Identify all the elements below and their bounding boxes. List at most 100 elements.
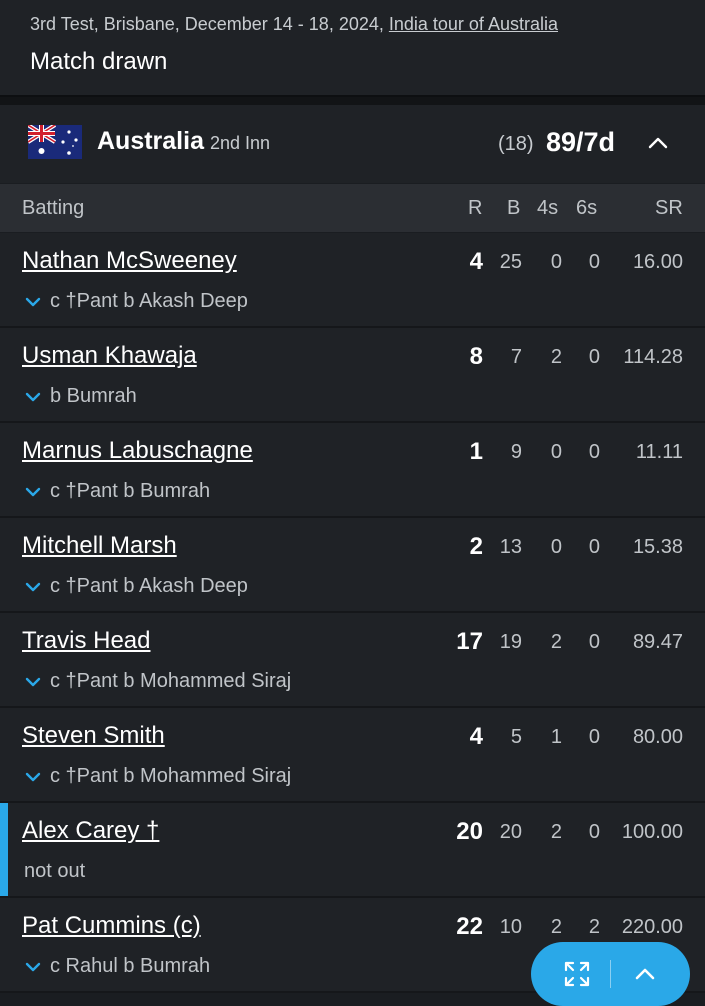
player-name-link[interactable]: Steven Smith bbox=[22, 722, 165, 750]
expand-arrows-icon[interactable] bbox=[563, 960, 591, 988]
col-batting: Batting bbox=[22, 197, 85, 219]
chevron-down-icon[interactable] bbox=[24, 390, 42, 404]
player-name-link[interactable]: Alex Carey † bbox=[22, 817, 159, 845]
chevron-down-icon[interactable] bbox=[24, 960, 42, 974]
dismissal-info[interactable]: c †Pant b Mohammed Siraj bbox=[24, 670, 291, 693]
batting-column-header: Batting R B 4s 6s SR bbox=[0, 184, 705, 232]
fours-value: 0 bbox=[550, 441, 562, 463]
dismissal-info: not out bbox=[24, 860, 85, 883]
strike-rate-value: 89.47 bbox=[632, 631, 683, 653]
strike-rate-value: 11.11 bbox=[635, 441, 683, 463]
floating-action-button[interactable] bbox=[531, 942, 690, 1006]
dismissal-info[interactable]: c Rahul b Bumrah bbox=[24, 955, 210, 978]
active-batter-indicator bbox=[0, 803, 8, 896]
fours-value: 0 bbox=[550, 536, 562, 558]
sixes-value: 0 bbox=[588, 631, 600, 653]
dismissal-text: c †Pant b Mohammed Siraj bbox=[50, 670, 292, 692]
sixes-value: 0 bbox=[588, 251, 600, 273]
batter-row[interactable]: Nathan McSweeney c †Pant b Akash Deep 4 25 0… bbox=[0, 233, 705, 328]
sixes-value: 0 bbox=[588, 441, 600, 463]
player-name-link[interactable]: Travis Head bbox=[22, 627, 150, 655]
player-name-link[interactable]: Marnus Labuschagne bbox=[22, 437, 253, 465]
player-name-link[interactable]: Pat Cummins (c) bbox=[22, 912, 201, 940]
overs-count: (18) bbox=[498, 133, 534, 155]
chevron-up-icon[interactable] bbox=[631, 960, 659, 988]
fours-value: 2 bbox=[550, 346, 562, 368]
col-balls: B bbox=[507, 197, 521, 219]
balls-value: 13 bbox=[499, 536, 522, 558]
australia-flag-icon bbox=[28, 125, 82, 159]
dismissal-text: not out bbox=[24, 860, 86, 882]
dismissal-text: c †Pant b Bumrah bbox=[50, 480, 211, 502]
col-sixes: 6s bbox=[576, 197, 598, 219]
batter-row[interactable]: Marnus Labuschagne c †Pant b Bumrah 1 9 0 0 11… bbox=[0, 423, 705, 518]
balls-value: 19 bbox=[499, 631, 522, 653]
batter-row[interactable]: Usman Khawaja b Bumrah 8 7 2 0 114.28 bbox=[0, 328, 705, 423]
runs-value: 20 bbox=[456, 818, 483, 845]
dismissal-text: c Rahul b Bumrah bbox=[50, 955, 211, 977]
match-info: 3rd Test, Brisbane, December 14 - 18, 20… bbox=[30, 14, 558, 35]
chevron-down-icon[interactable] bbox=[24, 580, 42, 594]
runs-value: 4 bbox=[469, 723, 483, 750]
fab-divider bbox=[610, 960, 611, 988]
dismissal-info[interactable]: c †Pant b Mohammed Siraj bbox=[24, 765, 291, 788]
collapse-button[interactable] bbox=[640, 128, 676, 158]
sixes-value: 2 bbox=[588, 916, 600, 938]
runs-value: 22 bbox=[456, 913, 483, 940]
strike-rate-value: 80.00 bbox=[632, 726, 683, 748]
section-gap bbox=[0, 97, 705, 105]
sixes-value: 0 bbox=[588, 346, 600, 368]
dismissal-text: c †Pant b Akash Deep bbox=[50, 290, 248, 312]
dismissal-info[interactable]: c †Pant b Akash Deep bbox=[24, 575, 248, 598]
sixes-value: 0 bbox=[588, 821, 600, 843]
strike-rate-value: 220.00 bbox=[621, 916, 683, 938]
balls-value: 9 bbox=[510, 441, 522, 463]
balls-value: 7 bbox=[510, 346, 522, 368]
runs-value: 4 bbox=[469, 248, 483, 275]
team-name: Australia bbox=[97, 127, 204, 155]
dismissal-info[interactable]: c †Pant b Akash Deep bbox=[24, 290, 248, 313]
balls-value: 10 bbox=[499, 916, 522, 938]
match-result: Match drawn bbox=[30, 48, 168, 75]
balls-value: 20 bbox=[499, 821, 522, 843]
chevron-down-icon[interactable] bbox=[24, 770, 42, 784]
player-name-link[interactable]: Mitchell Marsh bbox=[22, 532, 177, 560]
chevron-down-icon[interactable] bbox=[24, 295, 42, 309]
player-name-link[interactable]: Nathan McSweeney bbox=[22, 247, 237, 275]
sixes-value: 0 bbox=[588, 536, 600, 558]
balls-value: 25 bbox=[499, 251, 522, 273]
chevron-down-icon[interactable] bbox=[24, 485, 42, 499]
dismissal-text: b Bumrah bbox=[50, 385, 137, 407]
fours-value: 1 bbox=[550, 726, 562, 748]
dismissal-text: c †Pant b Mohammed Siraj bbox=[50, 765, 292, 787]
col-runs: R bbox=[468, 197, 483, 219]
fours-value: 2 bbox=[550, 631, 562, 653]
strike-rate-value: 100.00 bbox=[621, 821, 683, 843]
fours-value: 2 bbox=[550, 821, 562, 843]
batter-row[interactable]: Alex Carey † not out 20 20 2 0 100.00 bbox=[0, 803, 705, 898]
col-fours: 4s bbox=[537, 197, 559, 219]
innings-label: 2nd Inn bbox=[210, 133, 271, 153]
chevron-down-icon[interactable] bbox=[24, 675, 42, 689]
match-header: 3rd Test, Brisbane, December 14 - 18, 20… bbox=[0, 0, 705, 97]
col-strike-rate: SR bbox=[655, 197, 683, 219]
runs-value: 17 bbox=[456, 628, 483, 655]
chevron-up-icon bbox=[648, 137, 668, 149]
runs-value: 1 bbox=[469, 438, 483, 465]
batter-row[interactable]: Mitchell Marsh c †Pant b Akash Deep 2 13 0 0 1… bbox=[0, 518, 705, 613]
sixes-value: 0 bbox=[588, 726, 600, 748]
team-score: 89/7d bbox=[546, 127, 616, 157]
dismissal-info[interactable]: c †Pant b Bumrah bbox=[24, 480, 210, 503]
strike-rate-value: 16.00 bbox=[632, 251, 683, 273]
batter-row[interactable]: Steven Smith c †Pant b Mohammed Siraj 4 5 1 0… bbox=[0, 708, 705, 803]
runs-value: 2 bbox=[469, 533, 483, 560]
player-name-link[interactable]: Usman Khawaja bbox=[22, 342, 197, 370]
dismissal-info[interactable]: b Bumrah bbox=[24, 385, 137, 408]
runs-value: 8 bbox=[469, 343, 483, 370]
batter-row[interactable]: Travis Head c †Pant b Mohammed Siraj 17 19 2… bbox=[0, 613, 705, 708]
fours-value: 2 bbox=[550, 916, 562, 938]
strike-rate-value: 114.28 bbox=[623, 346, 683, 368]
series-link[interactable]: India tour of Australia bbox=[389, 14, 558, 34]
match-info-text: 3rd Test, Brisbane, December 14 - 18, 20… bbox=[30, 14, 389, 34]
strike-rate-value: 15.38 bbox=[632, 536, 683, 558]
